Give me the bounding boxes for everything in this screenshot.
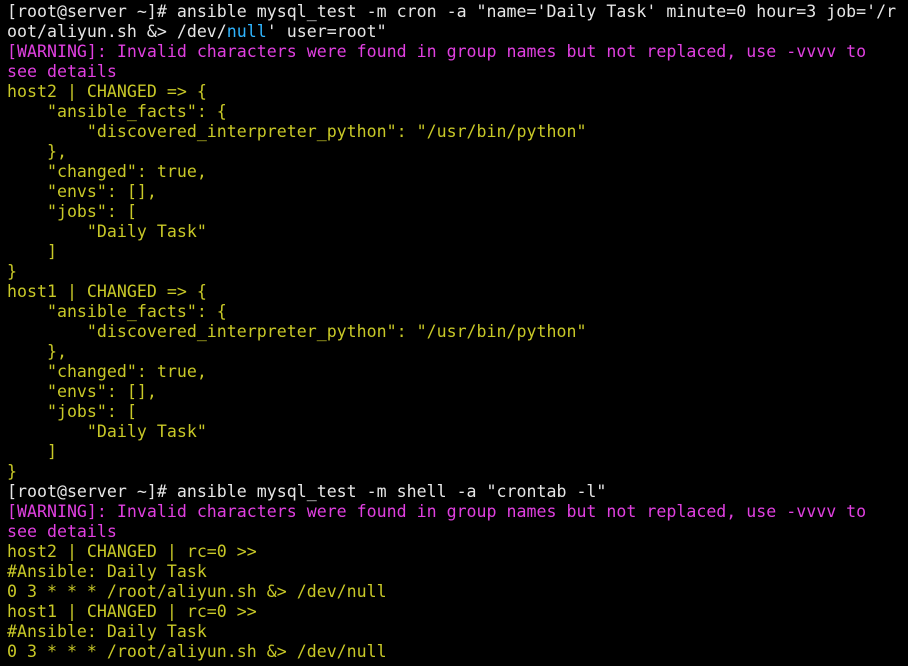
terminal-line: [WARNING]: Invalid characters were found… [7,502,908,522]
terminal-text-segment: "discovered_interpreter_python": "/usr/b… [7,322,587,341]
terminal-line: "jobs": [ [7,402,908,422]
terminal-text-segment: "jobs": [ [7,202,137,221]
terminal-line: "discovered_interpreter_python": "/usr/b… [7,322,908,342]
terminal-line: } [7,262,908,282]
terminal-line: #Ansible: Daily Task [7,622,908,642]
terminal-text-segment: "changed": true, [7,362,207,381]
terminal-text-segment: } [7,462,17,481]
terminal-window[interactable]: [root@server ~]# ansible mysql_test -m c… [0,0,908,666]
terminal-line: 0 3 * * * /root/aliyun.sh &> /dev/null [7,642,908,662]
terminal-line: oot/aliyun.sh &> /dev/null' user=root" [7,22,908,42]
terminal-line: "ansible_facts": { [7,102,908,122]
terminal-line: "envs": [], [7,182,908,202]
terminal-text-segment: 0 3 * * * /root/aliyun.sh &> /dev/null [7,582,387,601]
terminal-text-segment: }, [7,142,67,161]
terminal-line: host2 | CHANGED => { [7,82,908,102]
terminal-text-segment: host1 | CHANGED | rc=0 >> [7,602,257,621]
terminal-text-segment: #Ansible: Daily Task [7,562,207,581]
terminal-text-segment: "Daily Task" [7,422,207,441]
terminal-line: "changed": true, [7,362,908,382]
terminal-text-segment: host1 | CHANGED => { [7,282,207,301]
terminal-text-segment: "jobs": [ [7,402,137,421]
terminal-text-segment: "ansible_facts": { [7,302,227,321]
terminal-line: see details [7,522,908,542]
terminal-text-segment: null [226,22,267,41]
terminal-line: see details [7,62,908,82]
terminal-text-segment: [root@server ~]# ansible mysql_test -m s… [7,482,607,501]
terminal-line: [root@server ~]# ansible mysql_test -m s… [7,482,908,502]
terminal-text-segment: "envs": [], [7,382,157,401]
terminal-text-segment: host2 | CHANGED | rc=0 >> [7,542,257,561]
terminal-text-segment: [WARNING]: Invalid characters were found… [7,42,867,61]
terminal-line: }, [7,142,908,162]
terminal-text-segment: see details [7,62,117,81]
terminal-line: "envs": [], [7,382,908,402]
terminal-text-segment: "ansible_facts": { [7,102,227,121]
terminal-line: host2 | CHANGED | rc=0 >> [7,542,908,562]
terminal-line: }, [7,342,908,362]
terminal-text-segment: #Ansible: Daily Task [7,622,207,641]
terminal-line: } [7,462,908,482]
terminal-line: "Daily Task" [7,222,908,242]
terminal-line: #Ansible: Daily Task [7,562,908,582]
terminal-text-segment: } [7,262,17,281]
terminal-line: "changed": true, [7,162,908,182]
terminal-text-segment: ' user=root" [266,22,387,41]
terminal-text-segment: host2 | CHANGED => { [7,82,207,101]
terminal-text-segment: "discovered_interpreter_python": "/usr/b… [7,122,587,141]
terminal-line: host1 | CHANGED => { [7,282,908,302]
terminal-line: "Daily Task" [7,422,908,442]
terminal-line: host1 | CHANGED | rc=0 >> [7,602,908,622]
terminal-text-segment: "Daily Task" [7,222,207,241]
terminal-text-segment: ] [7,442,57,461]
terminal-line: [root@server ~]# ansible mysql_test -m c… [7,2,908,22]
terminal-text-segment: see details [7,522,117,541]
terminal-text-segment: "envs": [], [7,182,157,201]
terminal-line: ] [7,242,908,262]
terminal-line: 0 3 * * * /root/aliyun.sh &> /dev/null [7,582,908,602]
terminal-text-segment: 0 3 * * * /root/aliyun.sh &> /dev/null [7,642,387,661]
terminal-line: ] [7,442,908,462]
terminal-line: "discovered_interpreter_python": "/usr/b… [7,122,908,142]
terminal-text-segment: oot/aliyun.sh &> /dev/ [7,22,227,41]
terminal-text-segment: ] [7,242,57,261]
terminal-text-segment: [WARNING]: Invalid characters were found… [7,502,867,521]
terminal-text-segment: [root@server ~]# ansible mysql_test -m c… [7,2,897,21]
terminal-line: [WARNING]: Invalid characters were found… [7,42,908,62]
terminal-text-segment: }, [7,342,67,361]
terminal-line: "ansible_facts": { [7,302,908,322]
terminal-line: "jobs": [ [7,202,908,222]
terminal-text-segment: "changed": true, [7,162,207,181]
